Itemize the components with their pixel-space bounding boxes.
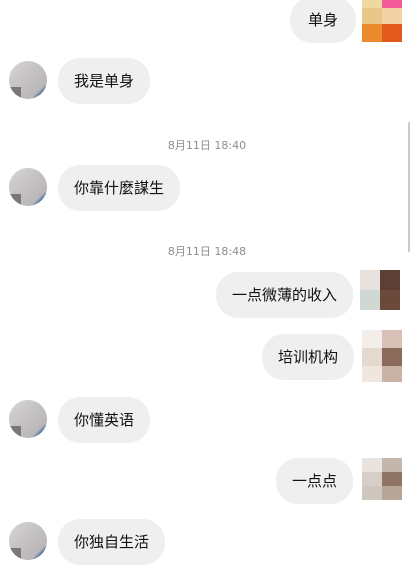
contact-avatar[interactable] [9, 61, 47, 99]
self-avatar[interactable] [362, 0, 402, 42]
message-timestamp: 8月11日 18:48 [167, 245, 247, 258]
message-timestamp: 8月11日 18:40 [167, 139, 247, 152]
received-message-bubble[interactable]: 我是单身 [58, 58, 151, 104]
message-text: 培训机构 [278, 347, 339, 366]
sent-message-bubble[interactable]: 一点点 [276, 458, 354, 504]
scrollbar[interactable] [408, 122, 410, 252]
sent-message-bubble[interactable]: 单身 [290, 0, 357, 43]
contact-avatar[interactable] [9, 168, 47, 206]
sent-message-bubble[interactable]: 培训机构 [262, 334, 355, 380]
message-text: 一点点 [292, 471, 338, 490]
message-text: 你懂英语 [74, 410, 135, 429]
sent-message-bubble[interactable]: 一点微薄的收入 [216, 272, 354, 318]
received-message-bubble[interactable]: 你懂英语 [58, 397, 151, 443]
contact-avatar[interactable] [9, 522, 47, 560]
message-text: 一点微薄的收入 [232, 285, 338, 304]
message-text: 你靠什麼謀生 [74, 178, 165, 197]
message-text: 单身 [308, 10, 339, 29]
self-avatar[interactable] [362, 458, 402, 500]
received-message-bubble[interactable]: 你靠什麼謀生 [58, 165, 181, 211]
contact-avatar[interactable] [9, 400, 47, 438]
message-text: 你独自生活 [74, 532, 150, 551]
received-message-bubble[interactable]: 你独自生活 [58, 519, 166, 565]
self-avatar[interactable] [362, 330, 402, 382]
chat-conversation: 单身 我是单身 8月11日 18:40 你靠什麼謀生 8月11日 18:48 一… [0, 0, 414, 570]
message-text: 我是单身 [74, 71, 135, 90]
self-avatar[interactable] [360, 270, 400, 310]
